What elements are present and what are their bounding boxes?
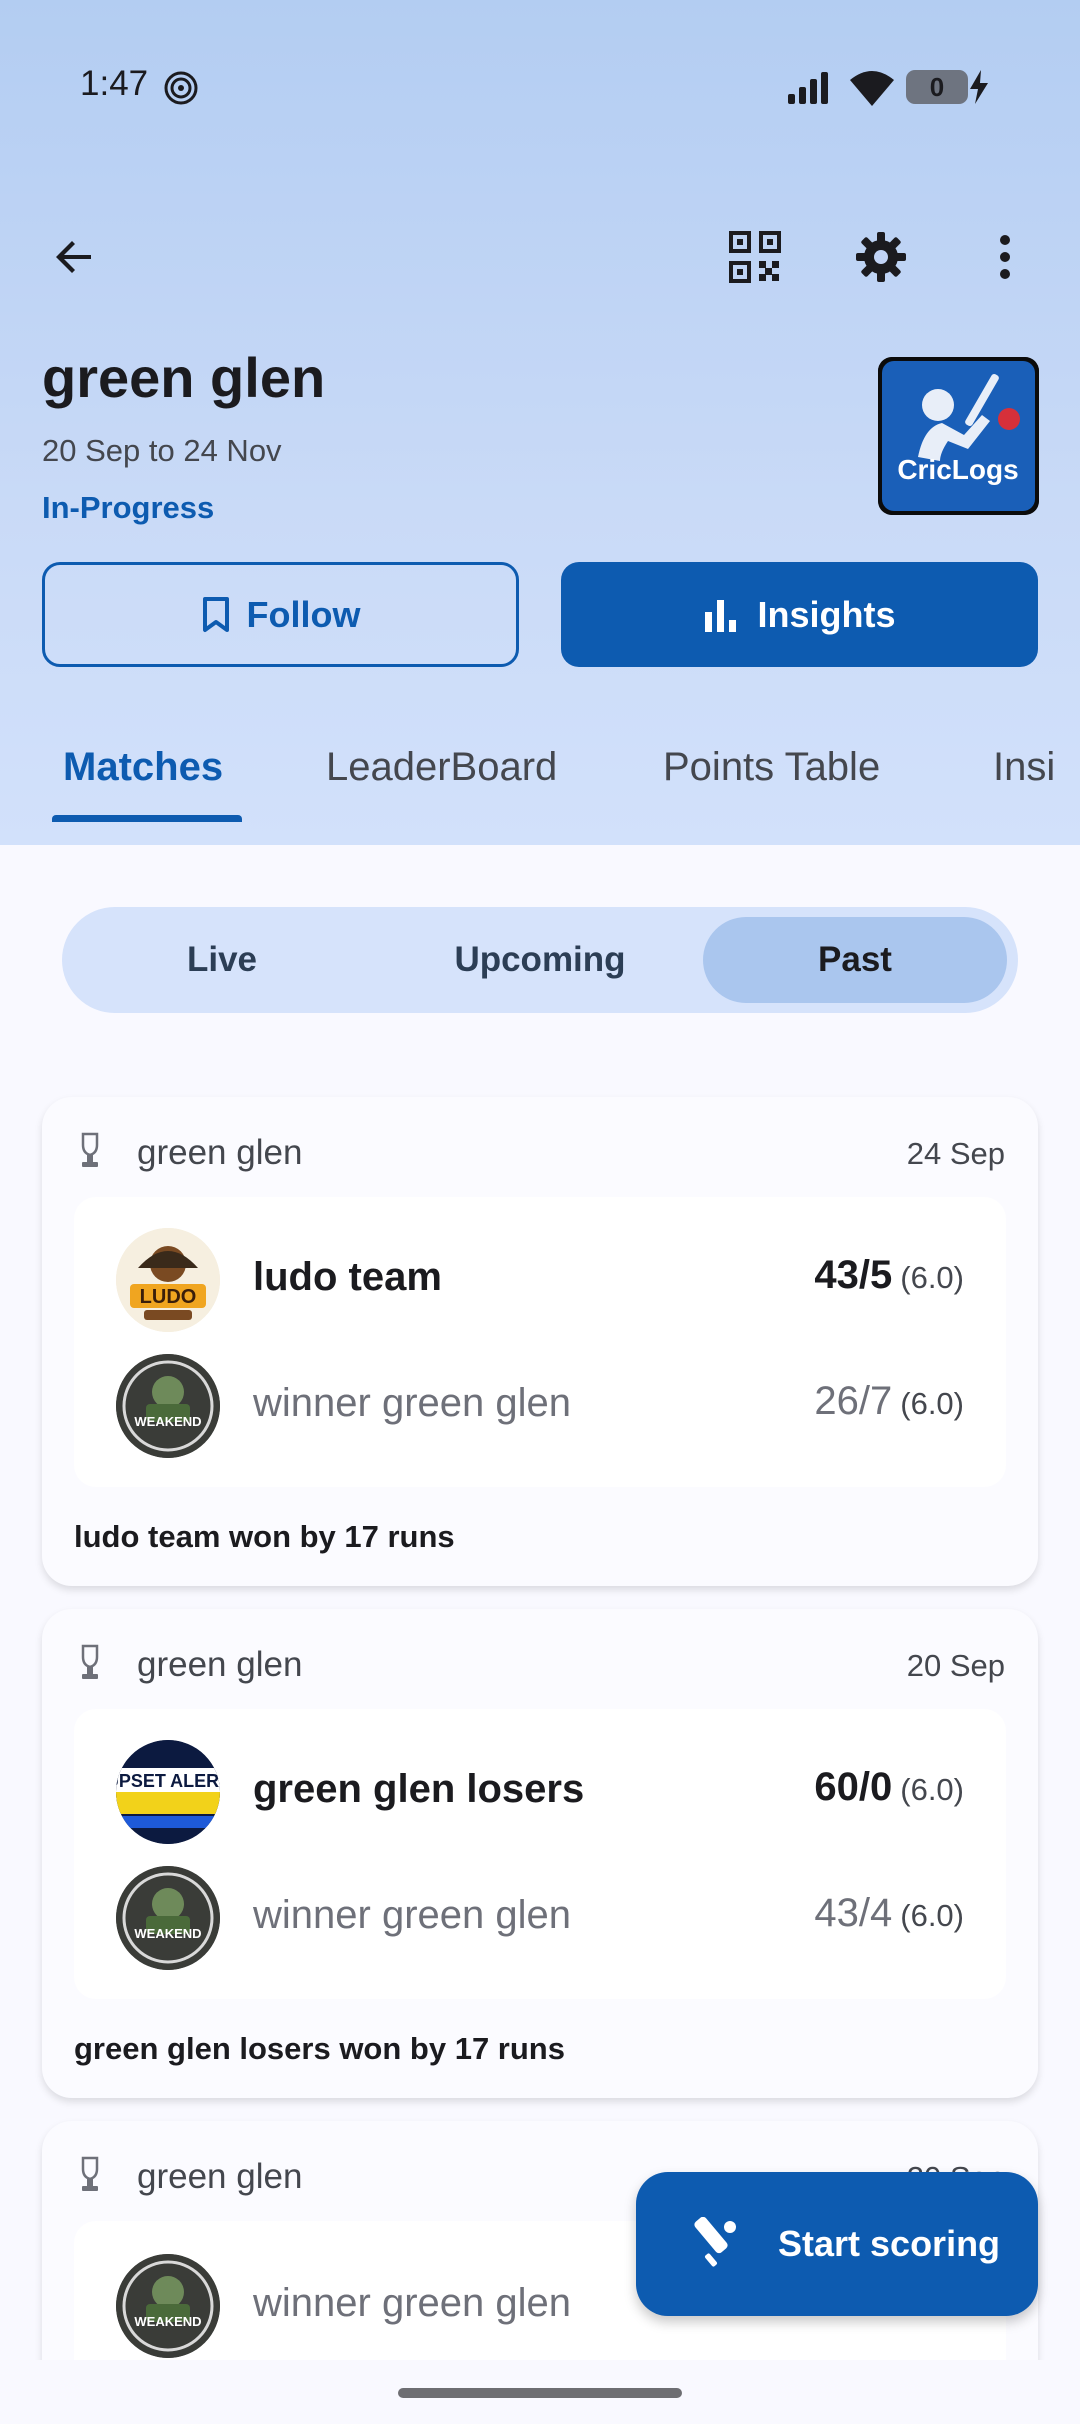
start-scoring-button[interactable]: Start scoring — [636, 2172, 1038, 2316]
gear-icon — [856, 232, 906, 282]
segment-upcoming[interactable]: Upcoming — [382, 907, 698, 1013]
settings-button[interactable] — [836, 212, 926, 302]
team-name: winner green glen — [253, 2281, 571, 2325]
logo-wordmark: CricLogs — [897, 454, 1018, 485]
bookmark-icon — [202, 596, 229, 632]
team-avatar: WEAKEND — [116, 1866, 220, 1970]
score-runs: 43/4 — [814, 1891, 893, 1935]
tournament-logo[interactable]: CricLogs — [878, 357, 1039, 515]
team-avatar: WEAKEND — [116, 1354, 220, 1458]
insights-button[interactable]: Insights — [561, 562, 1038, 667]
scoreboard: LUDO ludo team 43/5 (6.0) WEAKEND winner … — [74, 1197, 1006, 1487]
match-date: 24 Sep — [906, 1136, 1005, 1171]
charging-icon — [970, 70, 988, 104]
match-card[interactable]: green glen 20 Sep UPSET ALERT green glen… — [42, 1609, 1038, 2098]
score-runs: 26/7 — [814, 1379, 893, 1423]
follow-label: Follow — [246, 593, 361, 635]
segment-live[interactable]: Live — [62, 907, 382, 1013]
ludo-team-logo-icon: LUDO — [116, 1228, 220, 1332]
qr-code-icon — [729, 231, 781, 283]
weakend-players-logo-icon: WEAKEND — [116, 1866, 220, 1970]
signal-icon — [788, 72, 828, 104]
match-card[interactable]: green glen 24 Sep LUDO ludo team 43/5 (6.… — [42, 1097, 1038, 1586]
tab-insights[interactable]: Insi — [993, 745, 1055, 790]
team-row: WEAKEND winner green glen 43/4 (6.0) — [74, 1863, 1006, 1973]
more-options-button[interactable] — [960, 212, 1050, 302]
avatar-text: WEAKEND — [134, 2314, 201, 2329]
team-row: LUDO ludo team 43/5 (6.0) — [74, 1225, 1006, 1335]
follow-button[interactable]: Follow — [42, 562, 519, 667]
tournament-dates: 20 Sep to 24 Nov — [42, 433, 282, 468]
trophy-icon — [81, 1132, 99, 1167]
avatar-text: WEAKEND — [134, 1926, 201, 1941]
team-score: 43/4 (6.0) — [814, 1891, 964, 1936]
sync-status-icon — [164, 71, 198, 105]
status-time: 1:47 — [80, 64, 149, 103]
avatar-text: WEAKEND — [134, 1414, 201, 1429]
criclogs-logo-icon: CricLogs — [878, 357, 1039, 515]
tournament-status: In-Progress — [42, 490, 215, 525]
trophy-icon — [81, 2156, 99, 2191]
active-tab-indicator — [52, 815, 242, 822]
upset-alert-logo-icon: UPSET ALERT — [116, 1740, 220, 1844]
team-avatar: LUDO — [116, 1228, 220, 1332]
scoreboard: UPSET ALERT green glen losers 60/0(6.0) … — [74, 1709, 1006, 1999]
cricket-bat-icon — [694, 2217, 736, 2267]
team-score: 60/0 (6.0) — [814, 1765, 964, 1810]
home-indicator[interactable] — [398, 2388, 682, 2398]
segment-past[interactable]: Past — [703, 917, 1007, 1003]
bar-chart-icon — [705, 599, 737, 632]
avatar-text: LUDO — [140, 1286, 197, 1308]
score-runs: 60/0 — [814, 1765, 893, 1809]
score-overs: (6.0) — [900, 1898, 964, 1933]
weakend-players-logo-icon: WEAKEND — [116, 1354, 220, 1458]
status-bar: 1:47 0 — [0, 0, 1080, 175]
team-avatar: UPSET ALERT — [116, 1740, 220, 1844]
score-overs: (6.0) — [900, 1260, 964, 1295]
team-score: 26/7 (6.0) — [814, 1379, 964, 1424]
more-vert-icon — [1000, 235, 1010, 279]
team-avatar: WEAKEND — [116, 2254, 220, 2358]
tab-points-table[interactable]: Points Table — [663, 745, 880, 790]
weakend-players-logo-icon: WEAKEND — [116, 2254, 220, 2358]
qr-code-button[interactable] — [710, 212, 800, 302]
match-date: 20 Sep — [906, 1648, 1005, 1683]
team-score: 43/5 (6.0) — [814, 1253, 964, 1298]
team-row: WEAKEND winner green glen 26/7 (6.0) — [74, 1351, 1006, 1461]
start-scoring-label: Start scoring — [778, 2223, 1001, 2264]
score-overs: (6.0) — [900, 1772, 964, 1807]
battery-level: 0 — [929, 71, 945, 102]
tournament-title: green glen — [42, 346, 326, 409]
match-filter-segmented: Live Upcoming Past — [62, 907, 1018, 1013]
team-name: ludo team — [253, 1255, 442, 1299]
score-overs: (6.0) — [900, 1386, 964, 1421]
match-result: ludo team won by 17 runs — [74, 1519, 455, 1554]
match-tournament-name: green glen — [137, 1133, 303, 1172]
back-arrow-icon — [56, 241, 91, 273]
match-tournament-name: green glen — [137, 2157, 303, 2196]
match-result: green glen losers won by 17 runs — [74, 2031, 565, 2066]
tab-leaderboard[interactable]: LeaderBoard — [326, 745, 557, 790]
match-tournament-name: green glen — [137, 1645, 303, 1684]
team-name: winner green glen — [253, 1893, 571, 1937]
wifi-icon — [850, 71, 894, 106]
insights-label: Insights — [757, 593, 896, 635]
back-button[interactable] — [30, 212, 120, 302]
score-runs: 43/5 — [814, 1253, 893, 1297]
avatar-text: UPSET ALERT — [116, 1771, 220, 1791]
team-name: winner green glen — [253, 1381, 571, 1425]
tab-matches[interactable]: Matches — [63, 745, 223, 790]
trophy-icon — [81, 1644, 99, 1679]
team-row: UPSET ALERT green glen losers 60/0(6.0) — [74, 1737, 1006, 1847]
team-name: green glen losers — [253, 1767, 585, 1811]
battery-icon: 0 — [906, 70, 968, 104]
